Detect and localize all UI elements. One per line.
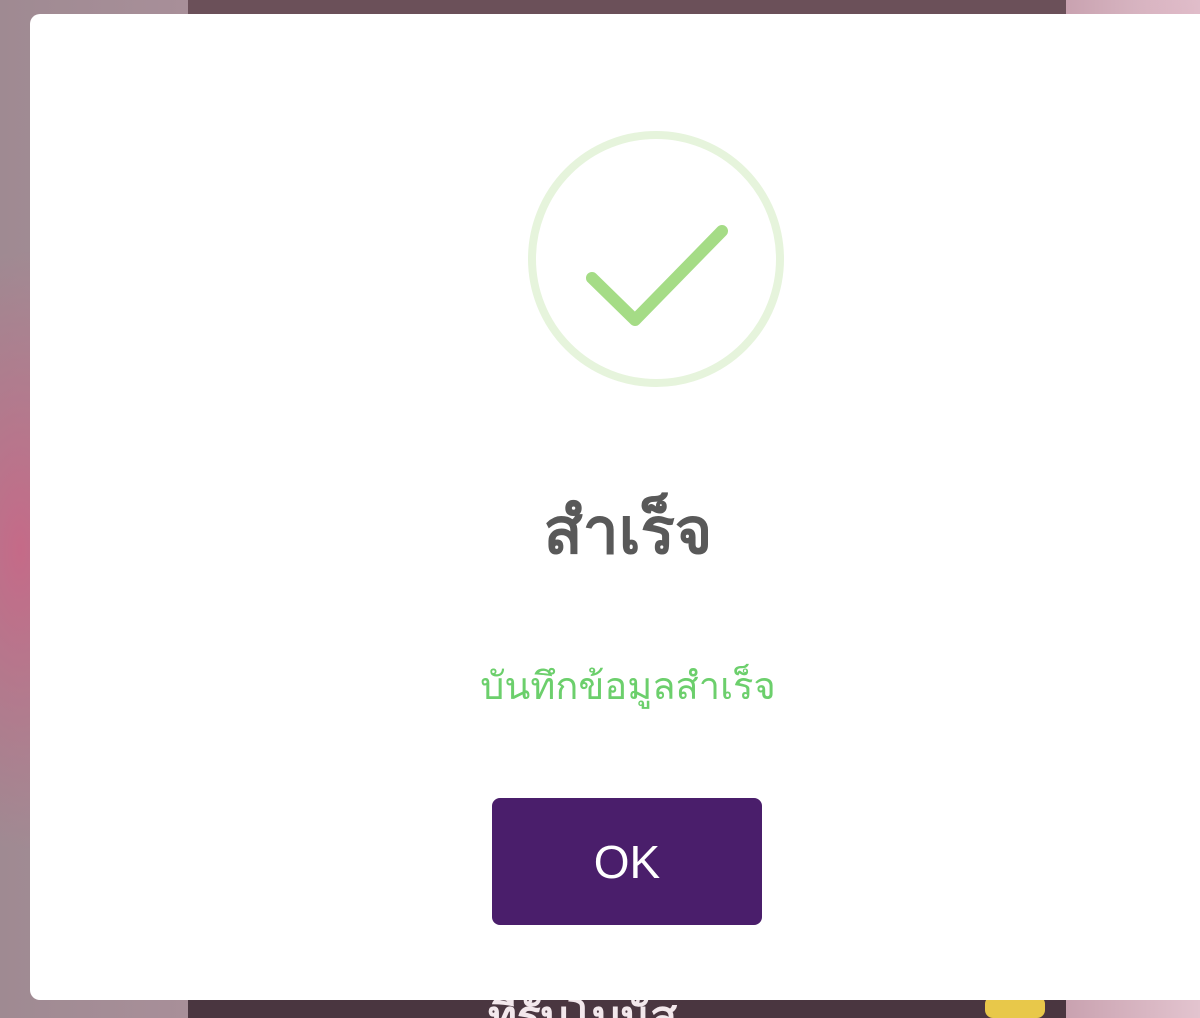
- check-circle-icon: [528, 131, 784, 387]
- checkmark: [586, 225, 728, 326]
- success-dialog: สำเร็จ บันทึกข้อมูลสำเร็จ OK: [30, 14, 1200, 1000]
- dialog-message: บันทึกข้อมูลสำเร็จ: [480, 664, 776, 708]
- ok-button[interactable]: OK: [492, 798, 762, 925]
- dialog-title: สำเร็จ: [543, 495, 713, 569]
- background-banner-top: [188, 0, 1066, 14]
- success-ring: [528, 131, 784, 387]
